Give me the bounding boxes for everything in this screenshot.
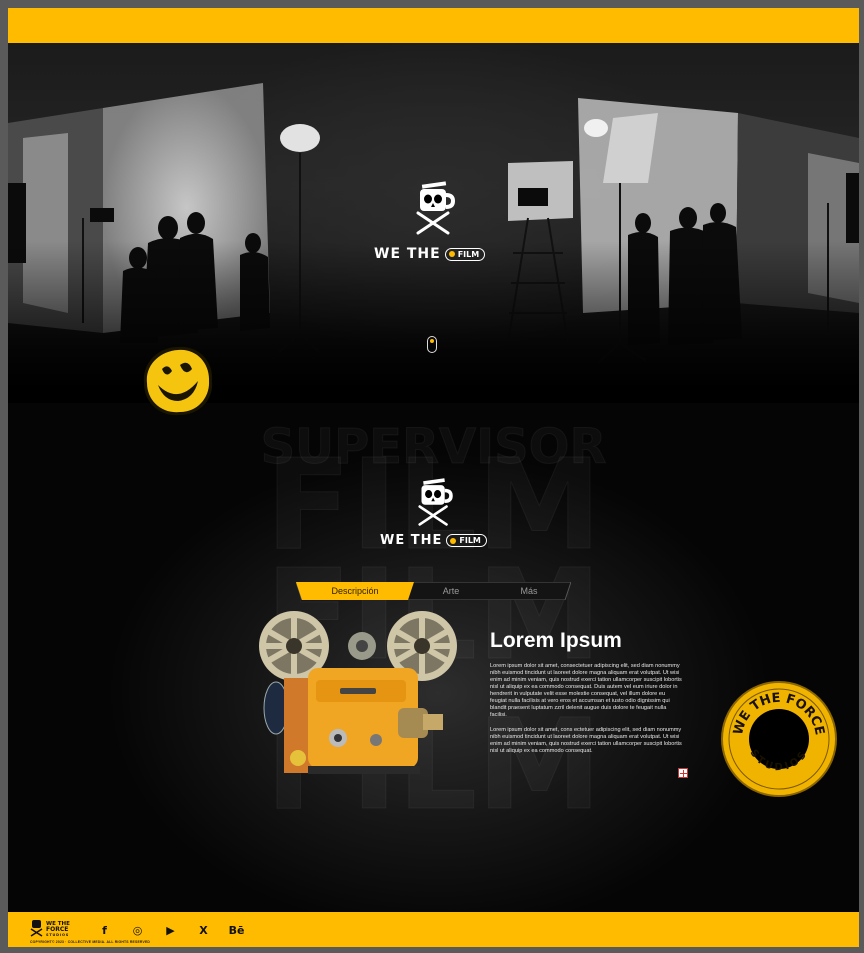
logo-pill-text: FILM — [457, 249, 480, 259]
content-paragraph: Lorem ipsum dolor sit amet, cons ectetue… — [490, 727, 682, 754]
youtube-glyph: ▶ — [166, 923, 175, 937]
page-frame: WE THE FILM SUPERVISOR FILM FILM FILM — [8, 8, 859, 947]
top-bar — [8, 8, 859, 43]
scroll-dot — [430, 339, 434, 343]
description-panel: Lorem Ipsum Lorem ipsum dolor sit amet, … — [490, 629, 682, 763]
logo-film-pill: FILM — [446, 534, 487, 547]
skull-mug-icon — [416, 181, 455, 235]
expand-icon[interactable] — [678, 768, 688, 778]
youtube-icon[interactable]: ▶ — [154, 921, 187, 939]
facebook-glyph: f — [102, 923, 107, 937]
footer: WE THE FORCE STUDIOS COPYRIGHT© 2023 · C… — [8, 912, 859, 947]
footer-skull-icon: WE THE FORCE STUDIOS — [30, 920, 70, 937]
instagram-icon[interactable]: ◎ — [121, 921, 154, 939]
tab-mas[interactable]: Más — [494, 582, 564, 600]
logo-prefix: WE THE — [374, 246, 441, 262]
tab-descripcion[interactable]: Descripción — [302, 582, 408, 600]
logo-prefix: WE THE — [380, 533, 443, 548]
logo-dot — [448, 251, 455, 257]
instagram-glyph: ◎ — [132, 923, 143, 937]
melting-smiley-icon — [143, 346, 213, 416]
skull-mug-icon — [418, 478, 453, 526]
scroll-indicator[interactable] — [427, 336, 437, 353]
hero-logo: WE THE FILM — [374, 181, 494, 262]
we-the-force-studios-badge: WE THE FORCE STUDIOS — [721, 681, 837, 797]
tab-bar: Descripción Arte Más — [296, 582, 571, 600]
social-links: f ◎ ▶ X Bē — [88, 921, 253, 939]
x-glyph: X — [199, 923, 208, 937]
facebook-icon[interactable]: f — [88, 921, 121, 939]
section-logo: WE THE FILM — [380, 478, 488, 548]
content-paragraph: Lorem ipsum dolor sit amet, consectetuer… — [490, 663, 682, 718]
logo-film-pill: FILM — [444, 247, 486, 261]
content-title: Lorem Ipsum — [490, 629, 622, 652]
film-projector-image — [259, 611, 457, 774]
behance-icon[interactable]: Bē — [220, 921, 253, 939]
content-section: SUPERVISOR FILM FILM FILM — [8, 403, 859, 913]
footer-logo-line2: FORCE — [46, 926, 68, 933]
footer-copyright: COPYRIGHT© 2023 · COLLECTIVE MEDIA. ALL … — [30, 940, 151, 944]
logo-pill-text: FILM — [459, 536, 481, 545]
behance-glyph: Bē — [228, 923, 245, 937]
section-logo-wordmark: WE THE FILM — [380, 533, 488, 548]
x-twitter-icon[interactable]: X — [187, 921, 220, 939]
footer-logo-line3: STUDIOS — [46, 933, 69, 937]
hero-logo-wordmark: WE THE FILM — [374, 246, 494, 262]
hero-section: WE THE FILM — [8, 43, 859, 403]
tab-arte[interactable]: Arte — [408, 582, 494, 600]
logo-dot — [450, 537, 457, 544]
